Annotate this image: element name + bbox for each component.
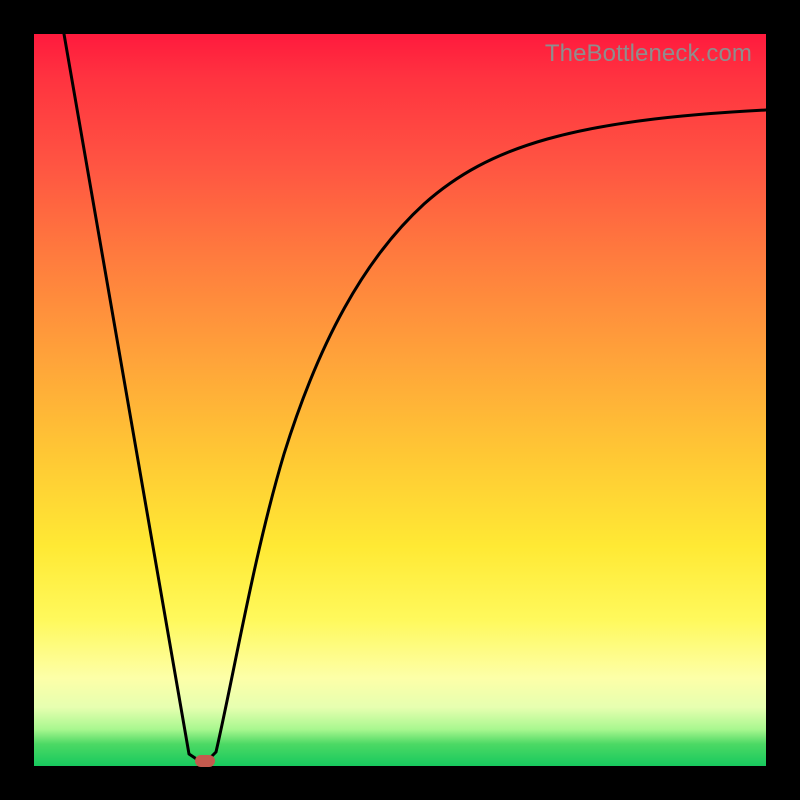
plot-area: TheBottleneck.com	[34, 34, 766, 766]
watermark-text: TheBottleneck.com	[545, 40, 752, 68]
min-marker	[195, 755, 215, 767]
chart-frame: TheBottleneck.com	[0, 0, 800, 800]
curve-path	[64, 34, 766, 764]
bottleneck-curve	[34, 34, 766, 766]
